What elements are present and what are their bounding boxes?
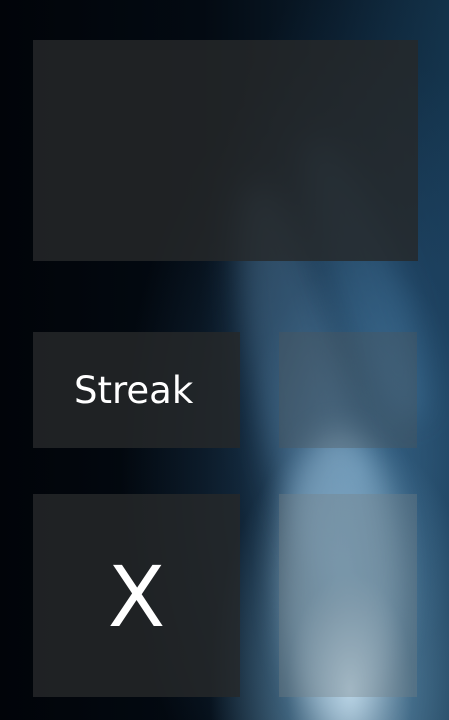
result-detail-tile[interactable] bbox=[279, 494, 417, 697]
result-tile[interactable]: X bbox=[33, 494, 240, 697]
streak-tile[interactable]: Streak bbox=[33, 332, 240, 448]
header-panel bbox=[33, 40, 418, 261]
streak-label: Streak bbox=[74, 369, 194, 412]
streak-value-tile[interactable] bbox=[279, 332, 417, 448]
result-symbol: X bbox=[107, 548, 166, 646]
